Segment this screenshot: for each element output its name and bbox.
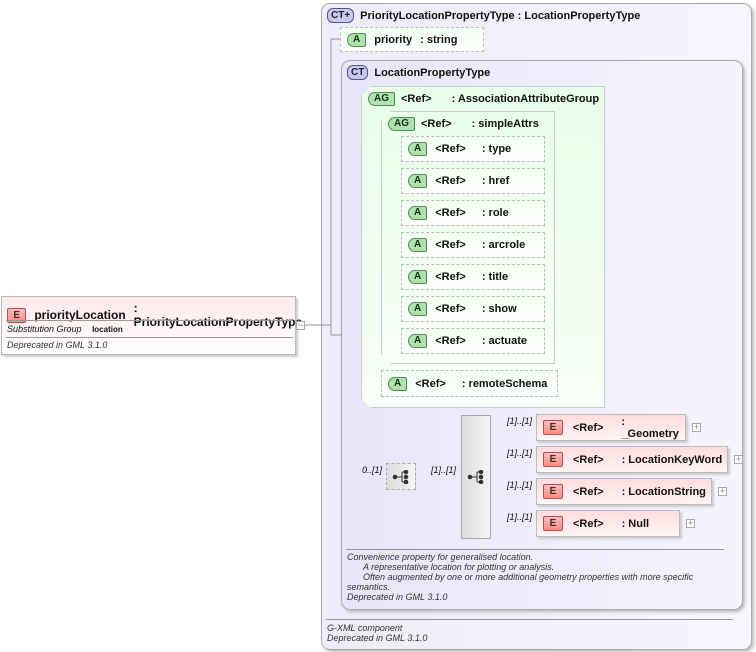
ref-label: <Ref> (435, 271, 466, 283)
complex-type-ext-icon: CT+ (327, 8, 355, 23)
element-ref[interactable]: E <Ref> : LocationKeyWord (536, 446, 728, 473)
attribute-ref[interactable]: A <Ref> : arcrole (401, 232, 545, 258)
attribute-ref[interactable]: A <Ref> : show (401, 296, 545, 322)
inner-doc-1: Convenience property for generalised loc… (347, 552, 534, 562)
attribute-group-icon: AG (368, 92, 395, 106)
element-icon: E (543, 484, 563, 499)
element-priority-location[interactable]: E priorityLocation : PriorityLocationPro… (1, 296, 302, 355)
element-ref[interactable]: E <Ref> : LocationString (536, 478, 712, 505)
ref-label: <Ref> (572, 421, 604, 434)
ref-label: <Ref> (421, 118, 452, 130)
attribute-name: : actuate (481, 335, 528, 347)
ref-label: <Ref> (435, 175, 466, 187)
inner-doc-5: Deprecated in GML 3.1.0 (347, 592, 448, 602)
attribute-icon: A (347, 32, 367, 47)
attribute-icon: A (408, 174, 428, 188)
choice-compositor-optional[interactable] (386, 463, 416, 490)
ref-label: <Ref> (435, 303, 466, 315)
element-type: : Null (621, 517, 650, 530)
element-type: : LocationKeyWord (621, 453, 723, 466)
attribute-icon: A (408, 238, 428, 252)
attribute-name: : type (481, 143, 512, 155)
attribute-ref[interactable]: A <Ref> : title (401, 264, 545, 290)
ref-label: <Ref> (573, 517, 604, 530)
element-multiplicity: [1]..[1] (507, 512, 533, 522)
element-doc: Deprecated in GML 3.1.0 (7, 340, 108, 350)
ref-label: <Ref> (435, 207, 466, 219)
attribute-icon: A (388, 376, 408, 391)
element-type: : LocationString (621, 485, 706, 498)
choice-compositor[interactable] (461, 415, 491, 539)
element-icon: E (543, 452, 563, 467)
element-multiplicity: [1]..[1] (507, 416, 533, 426)
attribute-group-name: : simpleAttrs (471, 118, 539, 130)
attribute-name: : title (481, 271, 509, 283)
element-icon: E (543, 420, 563, 435)
attribute-group-icon: AG (388, 117, 415, 131)
expand-button[interactable]: + (734, 455, 743, 464)
ref-label: <Ref> (401, 93, 432, 105)
attribute-ref[interactable]: A <Ref> : type (401, 136, 545, 162)
attribute-group-name: : AssociationAttributeGroup (451, 93, 600, 105)
inner-doc-4: semantics. (347, 582, 391, 592)
attribute-type: : string (420, 33, 458, 46)
choice-inner-multiplicity: [1]..[1] (431, 465, 457, 475)
attribute-icon: A (408, 142, 428, 156)
ref-label: <Ref> (573, 453, 604, 466)
attribute-ref[interactable]: A <Ref> : actuate (401, 328, 545, 354)
inner-type-name: LocationPropertyType (374, 66, 491, 79)
attribute-icon: A (408, 302, 428, 316)
outer-footer-2: Deprecated in GML 3.1.0 (327, 633, 428, 643)
inner-doc-2: A representative location for plotting o… (363, 562, 555, 572)
outer-footer-1: G-XML component (327, 623, 403, 633)
substitution-group-label: Substitution Group (7, 324, 82, 334)
attribute-ref[interactable]: A <Ref> : role (401, 200, 545, 226)
element-ref[interactable]: E <Ref> : Null (536, 510, 680, 537)
choice-icon (467, 470, 484, 484)
attribute-name: : role (481, 207, 509, 219)
attribute-icon: A (408, 334, 428, 348)
ref-label: <Ref> (435, 143, 466, 155)
expand-button[interactable]: + (692, 423, 701, 432)
choice-icon (392, 469, 409, 484)
ref-label: <Ref> (573, 485, 604, 498)
inner-doc-3: Often augmented by one or more additiona… (363, 572, 694, 582)
element-icon: E (543, 516, 563, 531)
attribute-remote-schema[interactable]: A <Ref> : remoteSchema (381, 370, 558, 397)
complex-type-icon: CT (347, 65, 369, 80)
element-multiplicity: [1]..[1] (507, 480, 533, 490)
attribute-icon: A (408, 206, 428, 220)
expand-button[interactable]: + (718, 487, 727, 496)
element-type: : PriorityLocationPropertyType (133, 301, 303, 329)
element-ref[interactable]: E <Ref> : _Geometry (536, 414, 686, 441)
ref-label: <Ref> (435, 239, 466, 251)
attribute-priority[interactable]: A priority : string (340, 27, 484, 52)
element-multiplicity: [1]..[1] (507, 448, 533, 458)
attribute-ref[interactable]: A <Ref> : href (401, 168, 545, 194)
substitution-group-value: location (92, 325, 123, 334)
attribute-name: priority (374, 33, 413, 46)
attribute-name: : href (481, 175, 510, 187)
attribute-name: : remoteSchema (461, 377, 548, 390)
attribute-name: : show (481, 303, 517, 315)
ref-label: <Ref> (415, 377, 446, 390)
attribute-icon: A (408, 270, 428, 284)
collapse-button[interactable]: − (296, 321, 305, 330)
expand-button[interactable]: + (686, 519, 695, 528)
choice-multiplicity: 0..[1] (362, 465, 383, 475)
attribute-name: : arcrole (481, 239, 526, 251)
element-type: : _Geometry (621, 415, 679, 440)
outer-type-name: PriorityLocationPropertyType : LocationP… (360, 9, 641, 22)
ref-label: <Ref> (435, 335, 466, 347)
